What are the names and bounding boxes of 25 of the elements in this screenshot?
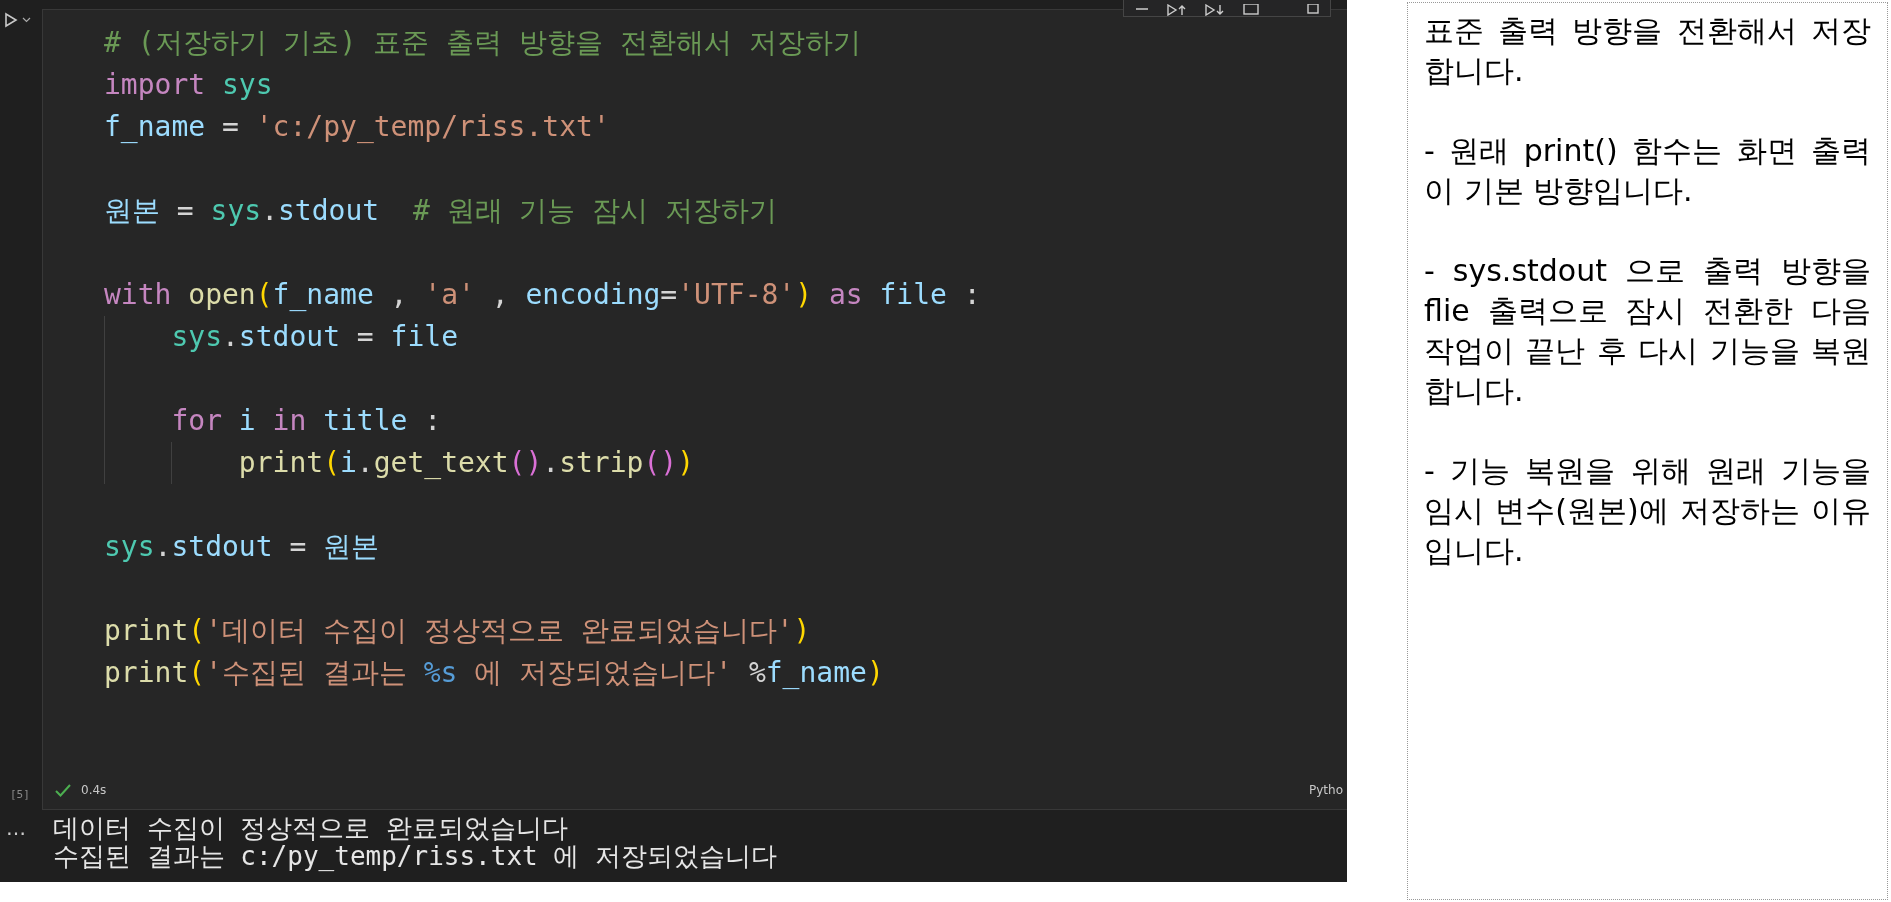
code-line: print('수집된 결과는 %s 에 저장되었습니다' %f_name) <box>104 655 884 691</box>
code-line: with open(f_name , 'a' , encoding='UTF-8') as file : <box>104 277 981 313</box>
code-line: print('데이터 수집이 정상적으로 완료되었습니다') <box>104 613 811 649</box>
note-paragraph: - 기능 복원을 위해 원래 기능을 임시 변수(원본)에 저장하는 이유 입니다. <box>1424 452 1871 570</box>
note-paragraph: 표준 출력 방향을 전환해서 저장합니다. <box>1424 12 1871 90</box>
code-line: 원본 = sys.stdout # 원래 기능 잠시 저장하기 <box>104 193 778 229</box>
execution-count: [5] <box>10 788 30 801</box>
code-line: import sys <box>104 67 273 103</box>
note-paragraph: - 원래 print() 함수는 화면 출력이 기본 방향입니다. <box>1424 132 1871 210</box>
output-line: 수집된 결과는 c:/py_temp/riss.txt 에 저장되었습니다 <box>53 842 778 870</box>
output-line: 데이터 수집이 정상적으로 완료되었습니다 <box>53 814 569 842</box>
language-label[interactable]: Pytho <box>1309 783 1343 797</box>
run-below-icon[interactable] <box>1204 4 1226 16</box>
run-above-icon[interactable] <box>1166 4 1188 16</box>
code-line: for i in title : <box>171 403 442 439</box>
code-line: print(i.get_text().strip()) <box>238 445 695 481</box>
run-icon[interactable] <box>4 12 18 28</box>
execution-time: 0.4s <box>81 783 107 797</box>
code-line: # (저장하기 기초) 표준 출력 방향을 전환해서 저장하기 <box>104 25 861 61</box>
note-paragraph: - sys.stdout 으로 출력 방향을 flie 출력으로 잠시 전환한 다음 작업이 끝난 후 다시 기능을 복원합니다. <box>1424 252 1871 410</box>
output-menu[interactable]: … <box>0 818 53 842</box>
code-line: f_name = 'c:/py_temp/riss.txt' <box>104 109 610 145</box>
chevron-icon[interactable] <box>22 17 31 23</box>
code-line: sys.stdout = 원본 <box>104 529 380 565</box>
code-line: sys.stdout = file <box>171 319 459 355</box>
